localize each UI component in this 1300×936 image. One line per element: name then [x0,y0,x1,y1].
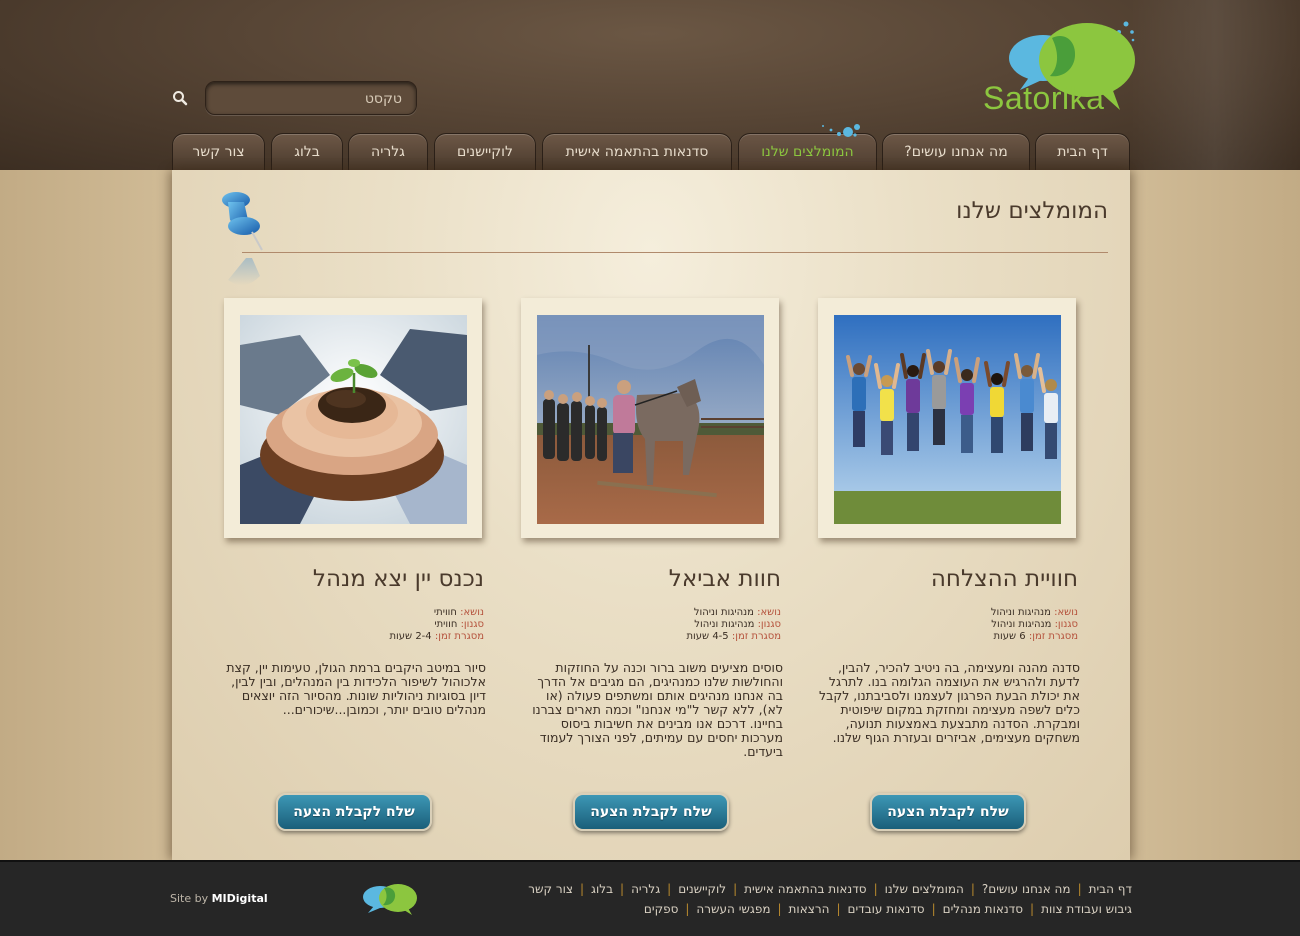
hands-seedling-photo[interactable] [240,315,467,524]
footer-link-team-building[interactable]: גיבוש ועבודת צוות [1041,902,1132,916]
footer-separator: | [733,882,738,896]
meta-topic: נושא: חוויתי [224,607,484,619]
footer-link-what-we-do[interactable]: מה אנחנו עושים? [982,882,1071,896]
footer-divider [0,860,1300,862]
footer-link-enrichment[interactable]: מפגשי העשרה [696,902,770,916]
request-quote-button[interactable]: שלח לקבלת הצעה [870,793,1026,831]
card-title[interactable]: חוות אביאל [521,566,781,592]
footer-separator: | [685,902,690,916]
time-label: מסגרת זמן: [1028,631,1078,642]
site-credit: Site by MIDigital [170,892,268,905]
tab-gallery[interactable]: גלריה [348,133,428,170]
style-label: סגנון: [460,619,484,630]
tab-locations[interactable]: לוקיישנים [434,133,536,170]
meta-time: מסגרת זמן: 6 שעות [818,631,1078,643]
success-photo[interactable] [834,315,1061,524]
topic-value: מנהיגות וניהול [693,607,754,618]
footer-link-blog[interactable]: בלוג [591,882,613,896]
footer-link-recommended[interactable]: המומלצים שלנו [885,882,964,896]
footer-link-gallery[interactable]: גלריה [631,882,660,896]
tab-custom-workshops[interactable]: סדנאות בהתאמה אישית [542,133,732,170]
time-value: 6 שעות [993,631,1026,642]
footer-separator: | [777,902,782,916]
tab-recommended[interactable]: המומלצים שלנו [738,133,877,170]
footer-link-locations[interactable]: לוקיישנים [678,882,726,896]
time-label: מסגרת זמן: [731,631,781,642]
footer-separator: | [931,902,936,916]
card-title[interactable]: נכנס יין יצא מנהל [224,566,484,592]
style-value: מנהיגות וניהול [694,619,755,630]
card-description: סיור במיטב היקבים ברמת הגולן, טעימות יין… [226,660,486,717]
site-credit-name[interactable]: MIDigital [212,892,268,905]
footer-link-lectures[interactable]: הרצאות [789,902,830,916]
tab-what-we-do[interactable]: מה אנחנו עושים? [882,133,1030,170]
search-box[interactable] [205,81,417,115]
style-value: חוויתי [434,619,458,630]
photo-frame [521,298,779,538]
footer-link-suppliers[interactable]: ספקים [644,902,678,916]
topic-label: נושא: [460,607,484,618]
horse-farm-photo[interactable] [537,315,764,524]
style-label: סגנון: [1054,619,1078,630]
card-title[interactable]: חוויית ההצלחה [818,566,1078,592]
time-value: 2-4 שעות [389,631,432,642]
style-label: סגנון: [757,619,781,630]
request-quote-button[interactable]: שלח לקבלת הצעה [573,793,729,831]
footer-separator: | [1077,882,1082,896]
page-title: המומלצים שלנו [956,198,1108,224]
search-input[interactable] [214,86,404,112]
meta-topic: נושא: מנהיגות וניהול [818,607,1078,619]
footer-link-contact[interactable]: צור קשר [528,882,573,896]
footer-separator: | [1030,902,1035,916]
meta-time: מסגרת זמן: 4-5 שעות [521,631,781,643]
bubbles-decoration [822,124,860,137]
footer-separator: | [970,882,975,896]
tab-blog[interactable]: בלוג [271,133,343,170]
footer-nav-primary: דף הבית | מה אנחנו עושים? | המומלצים שלנו | סד… [432,882,1132,896]
meta-time: מסגרת זמן: 2-4 שעות [224,631,484,643]
meta-style: סגנון: מנהיגות וניהול [818,619,1078,631]
footer-separator: | [836,902,841,916]
topic-value: חוויתי [433,607,457,618]
header-shine [1130,0,1300,170]
tab-contact[interactable]: צור קשר [172,133,265,170]
card-description: סוסים מציעים משוב ברור וכנה על החוזקות ו… [532,660,783,759]
footer-separator: | [873,882,878,896]
footer-separator: | [620,882,625,896]
style-value: מנהיגות וניהול [991,619,1052,630]
meta-style: סגנון: חוויתי [224,619,484,631]
tab-home[interactable]: דף הבית [1035,133,1130,170]
time-value: 4-5 שעות [686,631,729,642]
time-label: מסגרת זמן: [434,631,484,642]
topic-label: נושא: [1054,607,1078,618]
brand-name: Satorika [983,80,1105,116]
title-divider [242,252,1108,253]
pushpin-icon [222,192,263,286]
footer-link-custom-workshops[interactable]: סדנאות בהתאמה אישית [744,882,866,896]
footer-link-home[interactable]: דף הבית [1089,882,1132,896]
card-description: סדנה מהנה ומעצימה, בה ניטיב להכיר, להבין… [819,660,1080,745]
footer-nav-secondary: גיבוש ועבודת צוות | סדנאות מנהלים | סדנאות ע… [432,902,1132,916]
site-credit-label: Site by [170,892,209,905]
footer-logo[interactable] [360,882,418,916]
footer-separator: | [667,882,672,896]
footer-separator: | [580,882,585,896]
topic-value: מנהיגות וניהול [990,607,1051,618]
footer-link-manager-workshops[interactable]: סדנאות מנהלים [943,902,1023,916]
meta-style: סגנון: מנהיגות וניהול [521,619,781,631]
topic-label: נושא: [757,607,781,618]
photo-frame [818,298,1076,538]
search-icon[interactable] [172,90,188,106]
request-quote-button[interactable]: שלח לקבלת הצעה [276,793,432,831]
meta-topic: נושא: מנהיגות וניהול [521,607,781,619]
footer-link-employee-workshops[interactable]: סדנאות עובדים [848,902,925,916]
photo-frame [224,298,482,538]
